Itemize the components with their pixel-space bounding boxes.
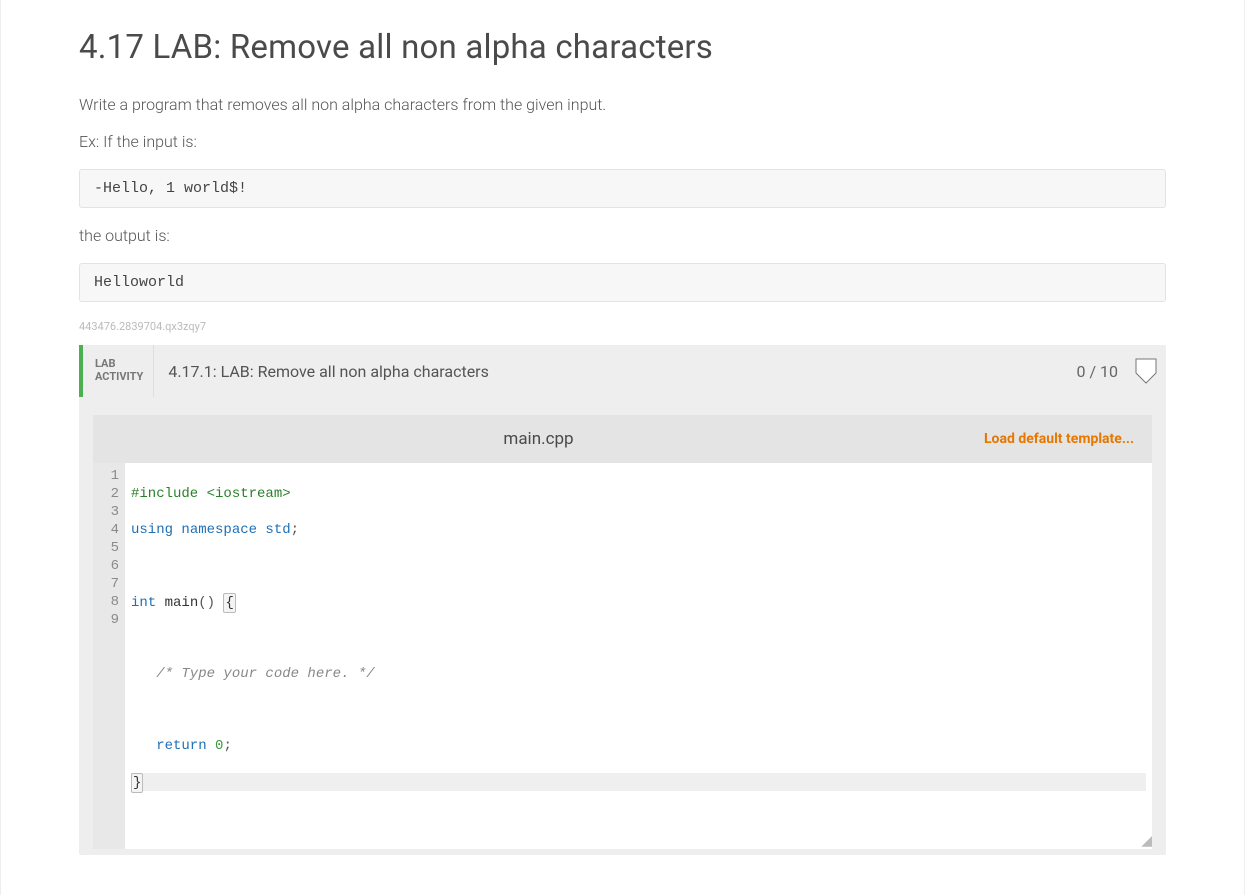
page-root: 4.17 LAB: Remove all non alpha character… [0,0,1245,895]
shield-icon [1134,345,1158,397]
code-line[interactable]: } [131,773,1146,791]
line-number: 5 [93,539,119,557]
example-output-block: Helloworld [79,263,1166,302]
editor-toolbar: main.cpp Load default template... [93,415,1152,463]
code-line[interactable]: return 0; [131,737,1146,755]
line-number: 3 [93,503,119,521]
editor-wrap: main.cpp Load default template... 1 2 3 … [93,415,1152,849]
code-line[interactable] [131,701,1146,719]
lab-panel: LAB ACTIVITY 4.17.1: LAB: Remove all non… [79,345,1166,855]
example-input-label: Ex: If the input is: [79,132,1166,151]
code-line[interactable]: int main() { [131,593,1146,611]
prompt-description: Write a program that removes all non alp… [79,95,1166,114]
load-template-button[interactable]: Load default template... [984,431,1152,447]
code-area[interactable]: #include <iostream> using namespace std;… [125,463,1152,849]
line-number: 7 [93,575,119,593]
lab-type-label: LAB ACTIVITY [83,345,154,397]
line-gutter: 1 2 3 4 5 6 7 8 9 [93,463,125,849]
line-number: 9 [93,611,119,629]
lab-type-line2: ACTIVITY [95,371,143,384]
lab-header: LAB ACTIVITY 4.17.1: LAB: Remove all non… [79,345,1166,397]
resize-handle-icon[interactable]: ◢ [1141,837,1150,847]
line-number: 2 [93,485,119,503]
code-line[interactable]: /* Type your code here. */ [131,665,1146,683]
editor-filename: main.cpp [93,429,984,449]
session-tag: 443476.2839704.qx3zqy7 [79,320,1166,333]
code-line[interactable] [131,629,1146,647]
lab-title: 4.17.1: LAB: Remove all non alpha charac… [154,345,1076,397]
example-output-label: the output is: [79,226,1166,245]
line-number: 1 [93,467,119,485]
code-line[interactable]: using namespace std; [131,521,1146,539]
lab-score: 0 / 10 [1076,345,1128,397]
line-number: 6 [93,557,119,575]
page-title: 4.17 LAB: Remove all non alpha character… [79,28,1166,67]
example-input-block: -Hello, 1 world$! [79,169,1166,208]
code-line[interactable] [131,557,1146,575]
line-number: 8 [93,593,119,611]
code-editor[interactable]: 1 2 3 4 5 6 7 8 9 #include <iostream> us… [93,463,1152,849]
code-line[interactable]: #include <iostream> [131,485,1146,503]
line-number: 4 [93,521,119,539]
